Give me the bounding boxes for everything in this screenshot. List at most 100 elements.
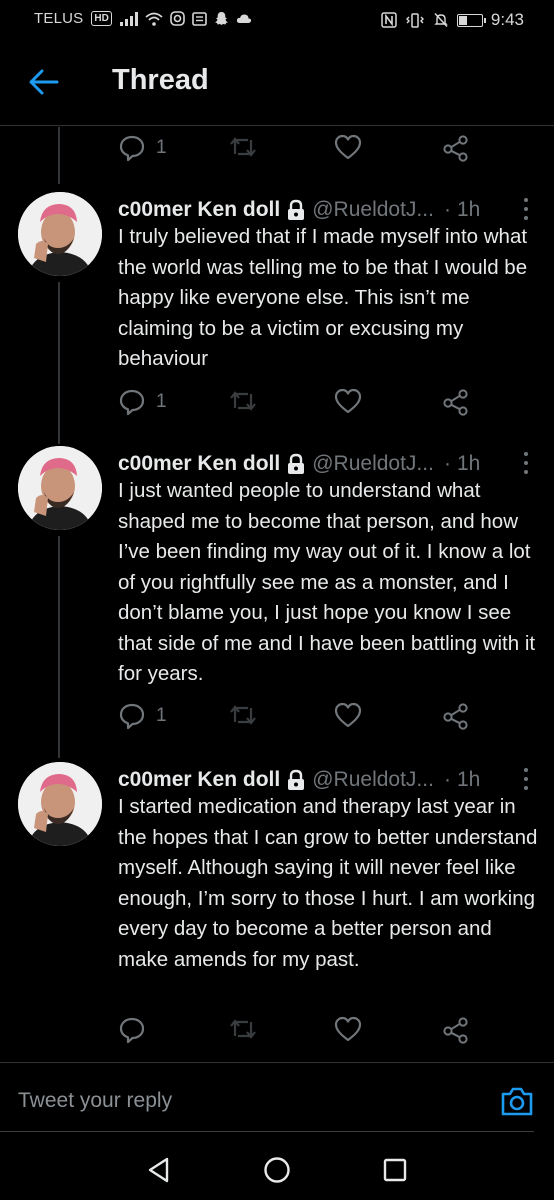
- tweet-header: c00mer Ken doll @RueldotJ... · 1h: [118, 766, 538, 794]
- retweet-icon: [230, 391, 256, 411]
- share-button[interactable]: [442, 134, 470, 162]
- reply-count: 1: [156, 391, 167, 412]
- lock-icon: [286, 199, 306, 221]
- like-button[interactable]: [334, 1016, 362, 1042]
- wifi-icon: [145, 12, 163, 26]
- system-nav-bar: [0, 1138, 554, 1200]
- tweet-item[interactable]: c00mer Ken doll @RueldotJ... · 1h I just…: [0, 446, 554, 746]
- avatar[interactable]: [18, 192, 102, 276]
- hd-badge: HD: [91, 11, 112, 26]
- avatar[interactable]: [18, 446, 102, 530]
- retweet-button[interactable]: [228, 134, 258, 160]
- tweet-header: c00mer Ken doll @RueldotJ... · 1h: [118, 196, 538, 224]
- tweet-timestamp: 1h: [456, 452, 481, 475]
- retweet-icon: [230, 705, 256, 725]
- share-nodes-icon: [443, 389, 468, 416]
- tweet-text: I started medication and therapy last ye…: [118, 795, 538, 971]
- page-title: Thread: [112, 64, 209, 96]
- triangle-back-icon: [148, 1157, 169, 1183]
- carrier-name: TELUS: [34, 10, 84, 27]
- speech-bubble-icon: [119, 135, 145, 162]
- signal-icon: [119, 11, 138, 26]
- reply-composer: Tweet your reply: [0, 1062, 554, 1138]
- tweet-actions: 1: [118, 388, 478, 418]
- thread-connector: [58, 127, 60, 184]
- bell-muted-icon: [434, 12, 448, 28]
- separator-dot: ·: [443, 452, 451, 475]
- clock: 9:43: [490, 10, 524, 29]
- divider: [0, 1131, 534, 1132]
- message-icon: [192, 11, 207, 26]
- square-recents-icon: [383, 1158, 407, 1182]
- author-name[interactable]: c00mer Ken doll: [118, 198, 280, 222]
- share-button[interactable]: [442, 388, 470, 416]
- separator-dot: ·: [443, 198, 451, 221]
- retweet-button[interactable]: [228, 388, 258, 414]
- share-button[interactable]: [442, 1016, 470, 1044]
- camera-button[interactable]: [500, 1085, 534, 1117]
- reply-input[interactable]: Tweet your reply: [18, 1089, 172, 1113]
- speech-bubble-icon: [119, 703, 145, 730]
- status-bar: TELUS HD 9:43: [0, 0, 554, 40]
- more-options-button[interactable]: [520, 768, 532, 790]
- author-name[interactable]: c00mer Ken doll: [118, 452, 280, 476]
- heart-icon: [334, 388, 362, 414]
- like-button[interactable]: [334, 702, 362, 728]
- app-header: Thread: [0, 40, 554, 126]
- share-nodes-icon: [443, 703, 468, 730]
- circle-home-icon: [264, 1157, 290, 1183]
- share-button[interactable]: [442, 702, 470, 730]
- reply-button[interactable]: 1: [118, 702, 167, 730]
- avatar-photo: [18, 192, 102, 276]
- retweet-button[interactable]: [228, 1016, 258, 1042]
- vibrate-icon: [405, 12, 424, 28]
- share-nodes-icon: [443, 1017, 468, 1044]
- retweet-button[interactable]: [228, 702, 258, 728]
- separator-dot: ·: [443, 768, 451, 791]
- heart-icon: [334, 702, 362, 728]
- nav-home-button[interactable]: [263, 1156, 291, 1184]
- tweet-header: c00mer Ken doll @RueldotJ... · 1h: [118, 450, 538, 478]
- tweet-text: I truly believed that if I made myself i…: [118, 225, 528, 370]
- tweet-actions: 1: [118, 702, 478, 732]
- tweet-actions: 1: [118, 134, 478, 164]
- more-options-button[interactable]: [520, 452, 532, 474]
- retweet-icon: [230, 1019, 256, 1039]
- nav-back-button[interactable]: [145, 1156, 173, 1184]
- reply-count: 1: [156, 137, 167, 158]
- avatar-photo: [18, 446, 102, 530]
- speech-bubble-icon: [119, 389, 145, 416]
- tweet-text: I just wanted people to understand what …: [118, 479, 536, 685]
- retweet-icon: [230, 137, 256, 157]
- nfc-icon: [381, 12, 397, 28]
- back-button[interactable]: [26, 64, 62, 100]
- heart-icon: [334, 1016, 362, 1042]
- like-button[interactable]: [334, 134, 362, 160]
- author-handle: @RueldotJ...: [312, 452, 434, 475]
- tweet-actions: [118, 1016, 478, 1046]
- reply-count: 1: [156, 705, 167, 726]
- author-handle: @RueldotJ...: [312, 198, 434, 221]
- battery-icon: [456, 13, 486, 27]
- snapchat-icon: [214, 12, 228, 25]
- reply-button[interactable]: [118, 1016, 156, 1044]
- arrow-left-icon: [29, 69, 59, 95]
- camera-icon: [501, 1087, 533, 1116]
- instagram-icon: [170, 11, 185, 26]
- like-button[interactable]: [334, 388, 362, 414]
- reply-button[interactable]: 1: [118, 388, 167, 416]
- heart-icon: [334, 134, 362, 160]
- share-nodes-icon: [443, 135, 468, 162]
- lock-icon: [286, 769, 306, 791]
- lock-icon: [286, 453, 306, 475]
- reply-button[interactable]: 1: [118, 134, 167, 162]
- author-handle: @RueldotJ...: [312, 768, 434, 791]
- tweet-timestamp: 1h: [456, 198, 481, 221]
- nav-recents-button[interactable]: [381, 1156, 409, 1184]
- author-name[interactable]: c00mer Ken doll: [118, 768, 280, 792]
- avatar[interactable]: [18, 762, 102, 846]
- tweet-timestamp: 1h: [456, 768, 481, 791]
- cloud-icon: [236, 14, 251, 23]
- avatar-photo: [18, 762, 102, 846]
- more-options-button[interactable]: [520, 198, 532, 220]
